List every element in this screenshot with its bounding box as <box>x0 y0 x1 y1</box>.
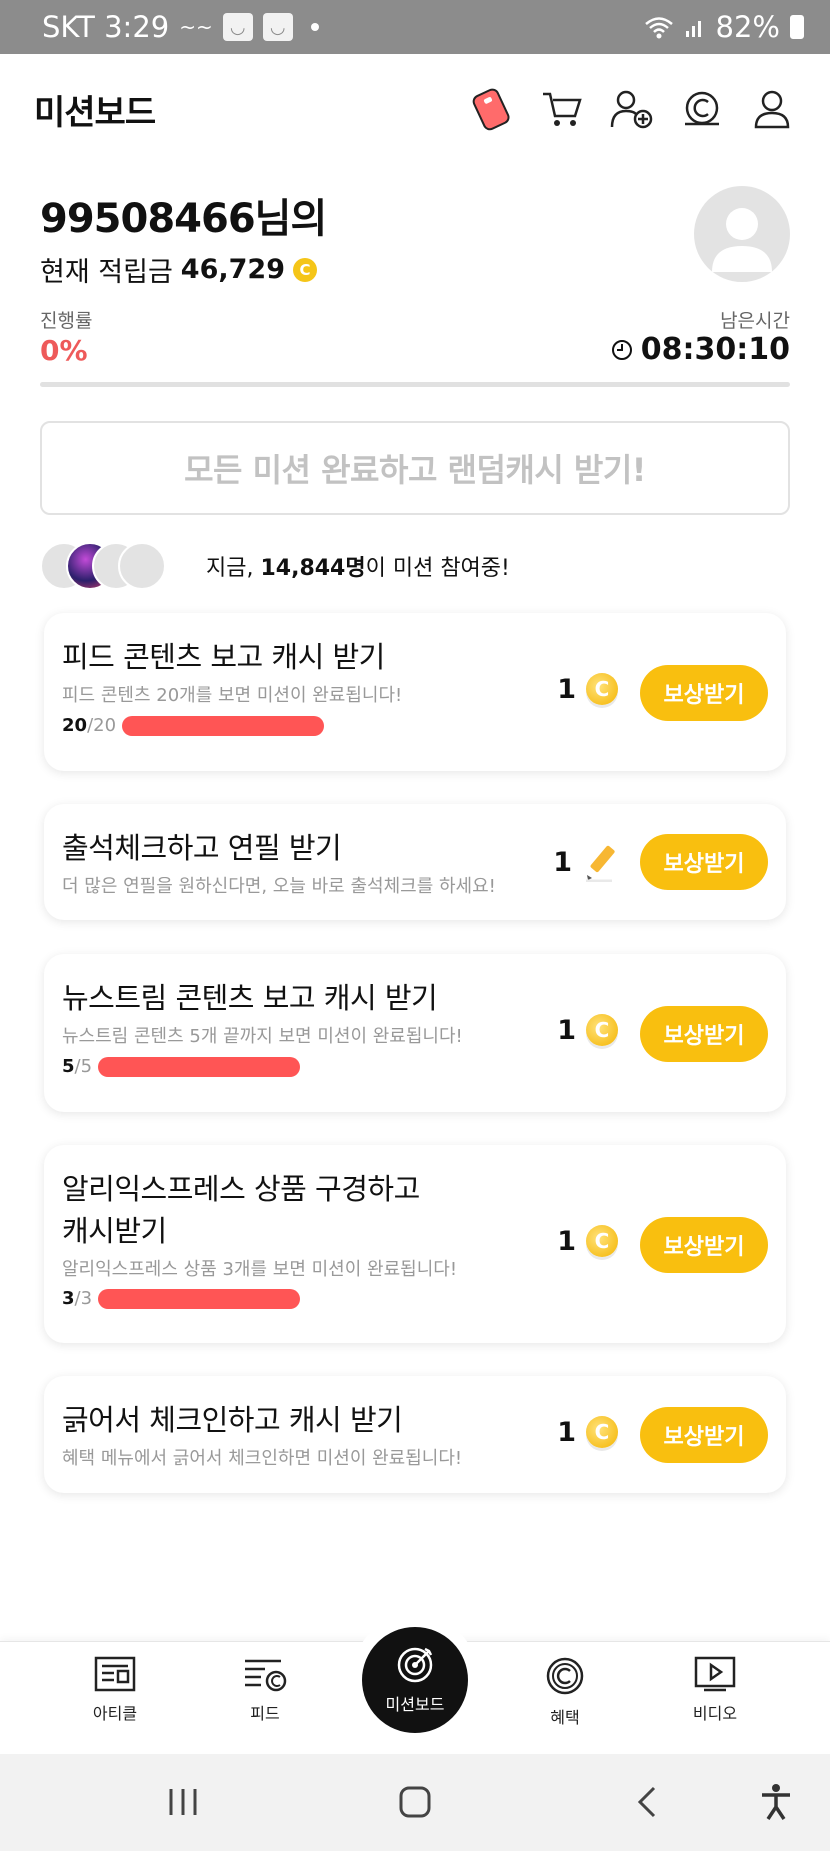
balance-value: 46,729 <box>180 254 285 285</box>
mission-reward: 1 <box>553 842 618 882</box>
progress-value: 0% <box>40 334 88 367</box>
all-missions-reward-button[interactable]: 모든 미션 완료하고 랜덤캐시 받기! <box>40 421 790 515</box>
app-header: 미션보드 <box>0 54 830 164</box>
participants-row: 지금, 14,844명이 미션 참여중! <box>40 540 510 592</box>
profile-icon[interactable] <box>748 85 796 133</box>
clock-icon <box>611 339 632 360</box>
back-icon[interactable] <box>627 1782 667 1822</box>
mission-card-scratch: 긁어서 체크인하고 캐시 받기 혜택 메뉴에서 긁어서 체크인하면 미션이 완료… <box>44 1376 786 1493</box>
mission-subtitle: 혜택 메뉴에서 긁어서 체크인하면 미션이 완료됩니다! <box>62 1448 463 1469</box>
progress-bar <box>40 382 790 387</box>
cart-icon[interactable] <box>538 85 586 133</box>
nav-item-feed[interactable]: 피드 <box>210 1656 320 1724</box>
mission-progress: 3/3 <box>62 1288 301 1309</box>
step-icon[interactable] <box>468 85 516 133</box>
balance-label: 현재 적립금 <box>40 257 173 288</box>
add-friend-icon[interactable] <box>608 85 656 133</box>
mission-progress-bar <box>98 1288 301 1309</box>
nav-item-missionboard[interactable]: 미션보드 <box>362 1627 468 1733</box>
balance-row: 현재 적립금 46,729 C <box>40 250 790 289</box>
coin-icon: C <box>586 1225 618 1257</box>
coin-icon: C <box>586 1014 618 1046</box>
mission-card-feed: 피드 콘텐츠 보고 캐시 받기 피드 콘텐츠 20개를 보면 미션이 완료됩니다… <box>44 613 786 771</box>
claim-reward-button[interactable]: 보상받기 <box>640 1407 768 1463</box>
mission-progress-bar <box>98 1056 301 1077</box>
mission-progress-bar <box>122 715 325 736</box>
claim-reward-button[interactable]: 보상받기 <box>640 834 768 890</box>
nav-item-video[interactable]: 비디오 <box>660 1656 770 1724</box>
claim-reward-button[interactable]: 보상받기 <box>640 1217 768 1273</box>
remaining-time-label: 남은시간 <box>720 310 790 332</box>
coin-icon: C <box>586 1416 618 1448</box>
remaining-time-value: 08:30:10 <box>640 332 790 367</box>
status-time: SKT 3:29 <box>42 10 170 44</box>
system-navigation-bar <box>0 1754 830 1851</box>
mission-title: 출석체크하고 연필 받기 <box>62 831 342 865</box>
nav-item-article[interactable]: 아티클 <box>60 1656 170 1724</box>
wifi-icon <box>644 17 673 39</box>
battery-percent: 82% <box>715 10 780 44</box>
coin-icon: C <box>293 257 317 282</box>
mission-subtitle: 피드 콘텐츠 20개를 보면 미션이 완료됩니다! <box>62 685 403 706</box>
target-icon <box>397 1647 433 1683</box>
home-icon[interactable] <box>395 1782 435 1822</box>
mission-reward: 1C <box>557 1014 618 1046</box>
progress-label: 진행률 <box>40 310 93 332</box>
avatar[interactable] <box>694 186 790 282</box>
avatar <box>118 542 166 590</box>
user-name: 99508466님의 <box>40 196 327 242</box>
video-icon <box>694 1656 736 1692</box>
accessibility-icon[interactable] <box>756 1782 796 1822</box>
mission-card-newstream: 뉴스트림 콘텐츠 보고 캐시 받기 뉴스트림 콘텐츠 5개 끝까지 보면 미션이… <box>44 954 786 1112</box>
mission-title: 긁어서 체크인하고 캐시 받기 <box>62 1403 403 1437</box>
benefit-icon <box>546 1657 584 1695</box>
mission-card-attendance: 출석체크하고 연필 받기 더 많은 연필을 원하신다면, 오늘 바로 출석체크를… <box>44 804 786 920</box>
bottom-nav: 아티클 피드 미션보드 혜택 비디오 <box>0 1614 830 1754</box>
participant-avatars <box>40 542 166 590</box>
mission-progress: 5/5 <box>62 1056 301 1077</box>
article-icon <box>94 1656 136 1692</box>
profile-summary: 99508466님의 현재 적립금 46,729 C 진행률 0% 남은시간 0… <box>40 186 790 396</box>
mission-title: 뉴스트림 콘텐츠 보고 캐시 받기 <box>62 981 438 1015</box>
app-notification-icon: ◡ <box>262 13 293 41</box>
mission-subtitle: 뉴스트림 콘텐츠 5개 끝까지 보면 미션이 완료됩니다! <box>62 1026 463 1047</box>
mission-title: 피드 콘텐츠 보고 캐시 받기 <box>62 640 385 674</box>
recent-apps-icon[interactable] <box>163 1782 203 1822</box>
mission-reward: 1C <box>557 673 618 705</box>
pencil-icon <box>586 845 615 882</box>
mission-title: 알리익스프레스 상품 구경하고 <box>62 1172 420 1206</box>
more-notifications-icon <box>310 23 319 31</box>
status-bar: SKT 3:29 ~~ ◡ ◡ 82% <box>0 0 830 54</box>
feed-icon <box>245 1659 287 1692</box>
mission-reward: 1C <box>557 1416 618 1448</box>
mission-reward: 1C <box>557 1225 618 1257</box>
mission-subtitle: 알리익스프레스 상품 3개를 보면 미션이 완료됩니다! <box>62 1259 458 1280</box>
remaining-time: 08:30:10 <box>611 332 790 367</box>
participants-text: 지금, 14,844명이 미션 참여중! <box>206 556 510 581</box>
mission-subtitle: 더 많은 연필을 원하신다면, 오늘 바로 출석체크를 하세요! <box>62 876 496 897</box>
nav-item-benefit[interactable]: 혜택 <box>510 1656 620 1728</box>
cash-icon[interactable] <box>678 85 726 133</box>
claim-reward-button[interactable]: 보상받기 <box>640 1006 768 1062</box>
coin-icon: C <box>586 673 618 705</box>
claim-reward-button[interactable]: 보상받기 <box>640 665 768 721</box>
page-title: 미션보드 <box>34 92 156 133</box>
battery-icon <box>790 15 804 39</box>
mission-title-line2: 캐시받기 <box>62 1214 167 1248</box>
notification-icon: ~~ <box>179 15 213 39</box>
mission-progress: 20/20 <box>62 715 325 736</box>
mission-card-aliexpress: 알리익스프레스 상품 구경하고 캐시받기 알리익스프레스 상품 3개를 보면 미… <box>44 1145 786 1343</box>
signal-icon <box>685 21 701 37</box>
app-notification-icon: ◡ <box>222 13 253 41</box>
